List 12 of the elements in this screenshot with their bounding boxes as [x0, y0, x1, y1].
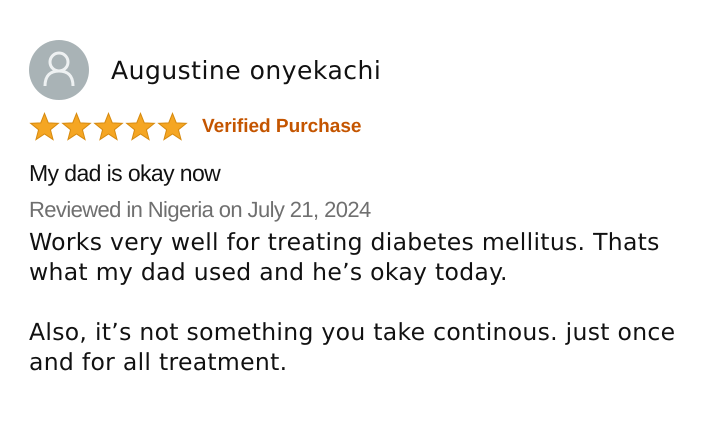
verified-purchase-label: Verified Purchase [202, 116, 362, 138]
review-text: Works very well for treating diabetes mellitus. Thats what my dad used and he’s okay today. [29, 227, 661, 287]
star-icon [61, 112, 92, 142]
review-date: Reviewed in Nigeria on July 21, 2024 [29, 197, 372, 223]
star-icon [157, 112, 188, 142]
star-icon [29, 112, 60, 142]
review-text: Also, it’s not something you take continous. just once and for all treatment. [29, 317, 676, 377]
star-icon [125, 112, 156, 142]
star-icon [93, 112, 124, 142]
reviewer-name[interactable]: Augustine onyekachi [111, 56, 382, 84]
avatar-icon [29, 40, 89, 100]
review-title[interactable]: My dad is okay now [29, 160, 700, 187]
